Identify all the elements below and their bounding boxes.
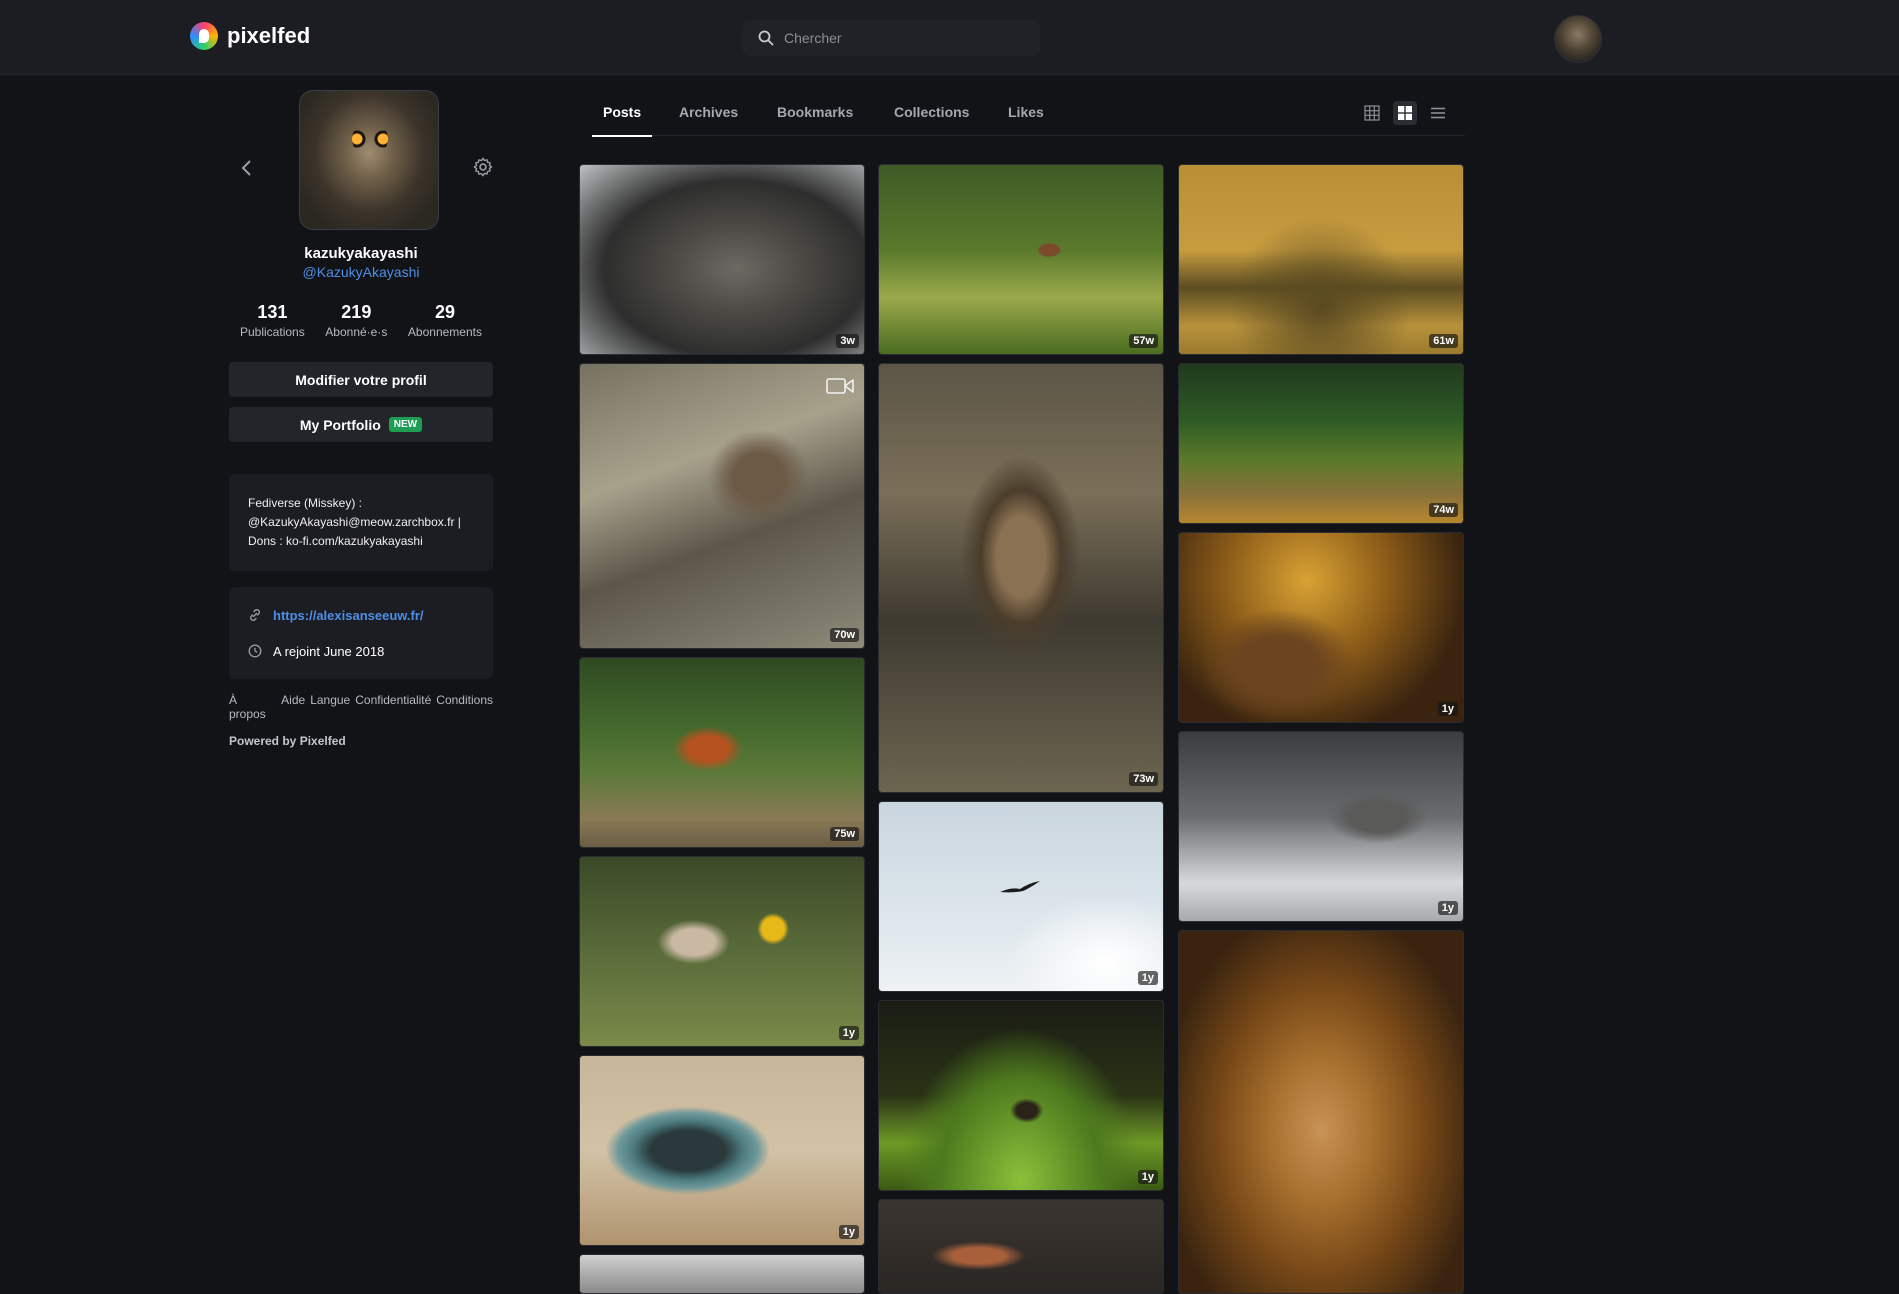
post-age: 1y [1137,971,1158,985]
tab-archives[interactable]: Archives [679,104,738,135]
footer-link-language[interactable]: Langue [310,693,350,721]
website-link[interactable]: https://alexisanseeuw.fr/ [273,608,424,623]
post-tile[interactable]: 1y [579,856,865,1047]
post-tile[interactable]: 1y [878,801,1164,992]
stat-value: 219 [341,302,372,322]
my-portfolio-button[interactable]: My Portfolio NEW [229,407,493,442]
profile-username: kazukyakayashi [304,245,418,262]
post-tile[interactable] [878,1199,1164,1294]
pixelfed-logo-icon [190,22,218,50]
profile-tabs: Posts Archives Bookmarks Collections Lik… [592,96,1465,137]
stat-value: 29 [434,302,455,322]
post-age: 3w [836,334,859,348]
post-tile[interactable]: 75w [579,657,865,848]
post-tile[interactable]: 74w [1178,363,1464,524]
stat-label: Publications [240,325,305,339]
post-age: 75w [830,827,859,841]
stat-publications[interactable]: 131 Publications [240,302,305,339]
profile-meta: https://alexisanseeuw.fr/ A rejoint June… [229,587,493,679]
brand-name: pixelfed [227,23,311,48]
stat-following[interactable]: 29 Abonnements [408,302,482,339]
post-tile[interactable]: 1y [1178,532,1464,723]
list-icon [1431,107,1445,119]
tab-collections[interactable]: Collections [894,104,969,135]
view-mode-toggle [1360,101,1450,125]
tab-posts[interactable]: Posts [592,104,653,137]
post-tile[interactable] [1178,930,1464,1294]
post-age: 74w [1429,503,1458,517]
stat-value: 131 [257,302,288,322]
post-tile[interactable]: 1y [1178,731,1464,922]
post-tile[interactable]: 57w [878,164,1164,355]
post-age: 1y [1437,901,1458,915]
link-icon [250,609,260,621]
powered-by: Powered by Pixelfed [229,734,346,748]
search-icon [758,30,774,46]
footer-link-terms[interactable]: Conditions [436,693,493,721]
profile-bio: Fediverse (Misskey) : @KazukyAkayashi@me… [229,474,493,571]
stat-followers[interactable]: 219 Abonné·e·s [325,302,387,339]
tab-bookmarks[interactable]: Bookmarks [777,104,853,135]
post-tile[interactable]: 61w [1178,164,1464,355]
search-box[interactable] [742,20,1040,56]
view-grid-small-button[interactable] [1360,101,1384,125]
post-age: 57w [1129,334,1158,348]
brand-home-link[interactable]: pixelfed [190,22,310,50]
stat-label: Abonnements [407,325,482,339]
bio-line: Dons : ko-fi.com/kazukyakayashi [248,534,423,548]
post-age: 73w [1129,772,1158,786]
settings-gear-icon[interactable] [472,156,494,178]
portfolio-label: My Portfolio [299,416,381,433]
post-age: 1y [838,1026,859,1040]
tab-likes[interactable]: Likes [1008,104,1044,135]
stat-label: Abonné·e·s [325,325,388,339]
bio-line: Fediverse (Misskey) : [248,496,363,510]
footer-link-help[interactable]: Aide [281,693,305,721]
footer-links: À propos Aide Langue Confidentialité Con… [229,693,493,721]
footer-link-privacy[interactable]: Confidentialité [355,693,431,721]
post-age: 1y [1137,1170,1158,1184]
profile-stats: 131 Publications 219 Abonné·e·s 29 Abonn… [229,302,493,339]
grid-large-icon [1398,106,1412,120]
footer-link-about[interactable]: À propos [229,693,276,721]
user-avatar-menu[interactable] [1554,15,1602,63]
search-input[interactable] [784,30,1024,46]
edit-profile-label: Modifier votre profil [295,371,427,388]
profile-sidebar: kazukyakayashi @KazukyAkayashi 131 Publi… [229,90,493,748]
back-arrow-icon[interactable] [239,158,255,178]
new-badge: NEW [388,417,423,432]
view-list-button[interactable] [1426,101,1450,125]
joined-date: A rejoint June 2018 [273,643,385,659]
grid-small-icon [1364,105,1380,121]
bio-line: @KazukyAkayashi@meow.zarchbox.fr | [248,515,461,529]
post-tile[interactable]: 1y [579,1055,865,1246]
post-age: 61w [1429,334,1458,348]
clock-icon [248,644,262,658]
post-tile[interactable]: 73w [878,363,1164,793]
edit-profile-button[interactable]: Modifier votre profil [229,362,493,397]
post-age: 1y [1437,702,1458,716]
profile-avatar[interactable] [299,90,439,230]
post-tile[interactable]: 1y [878,1000,1164,1191]
bird-silhouette-icon [1000,881,1040,893]
profile-handle: @KazukyAkayashi [302,264,420,280]
post-age: 70w [830,628,859,642]
post-tile[interactable]: 70w [579,363,865,649]
post-tile[interactable] [579,1254,865,1294]
top-navbar: pixelfed [0,0,1899,75]
view-grid-large-button[interactable] [1393,101,1417,125]
post-tile[interactable]: 3w [579,164,865,355]
video-icon [826,378,854,394]
post-age: 1y [838,1225,859,1239]
